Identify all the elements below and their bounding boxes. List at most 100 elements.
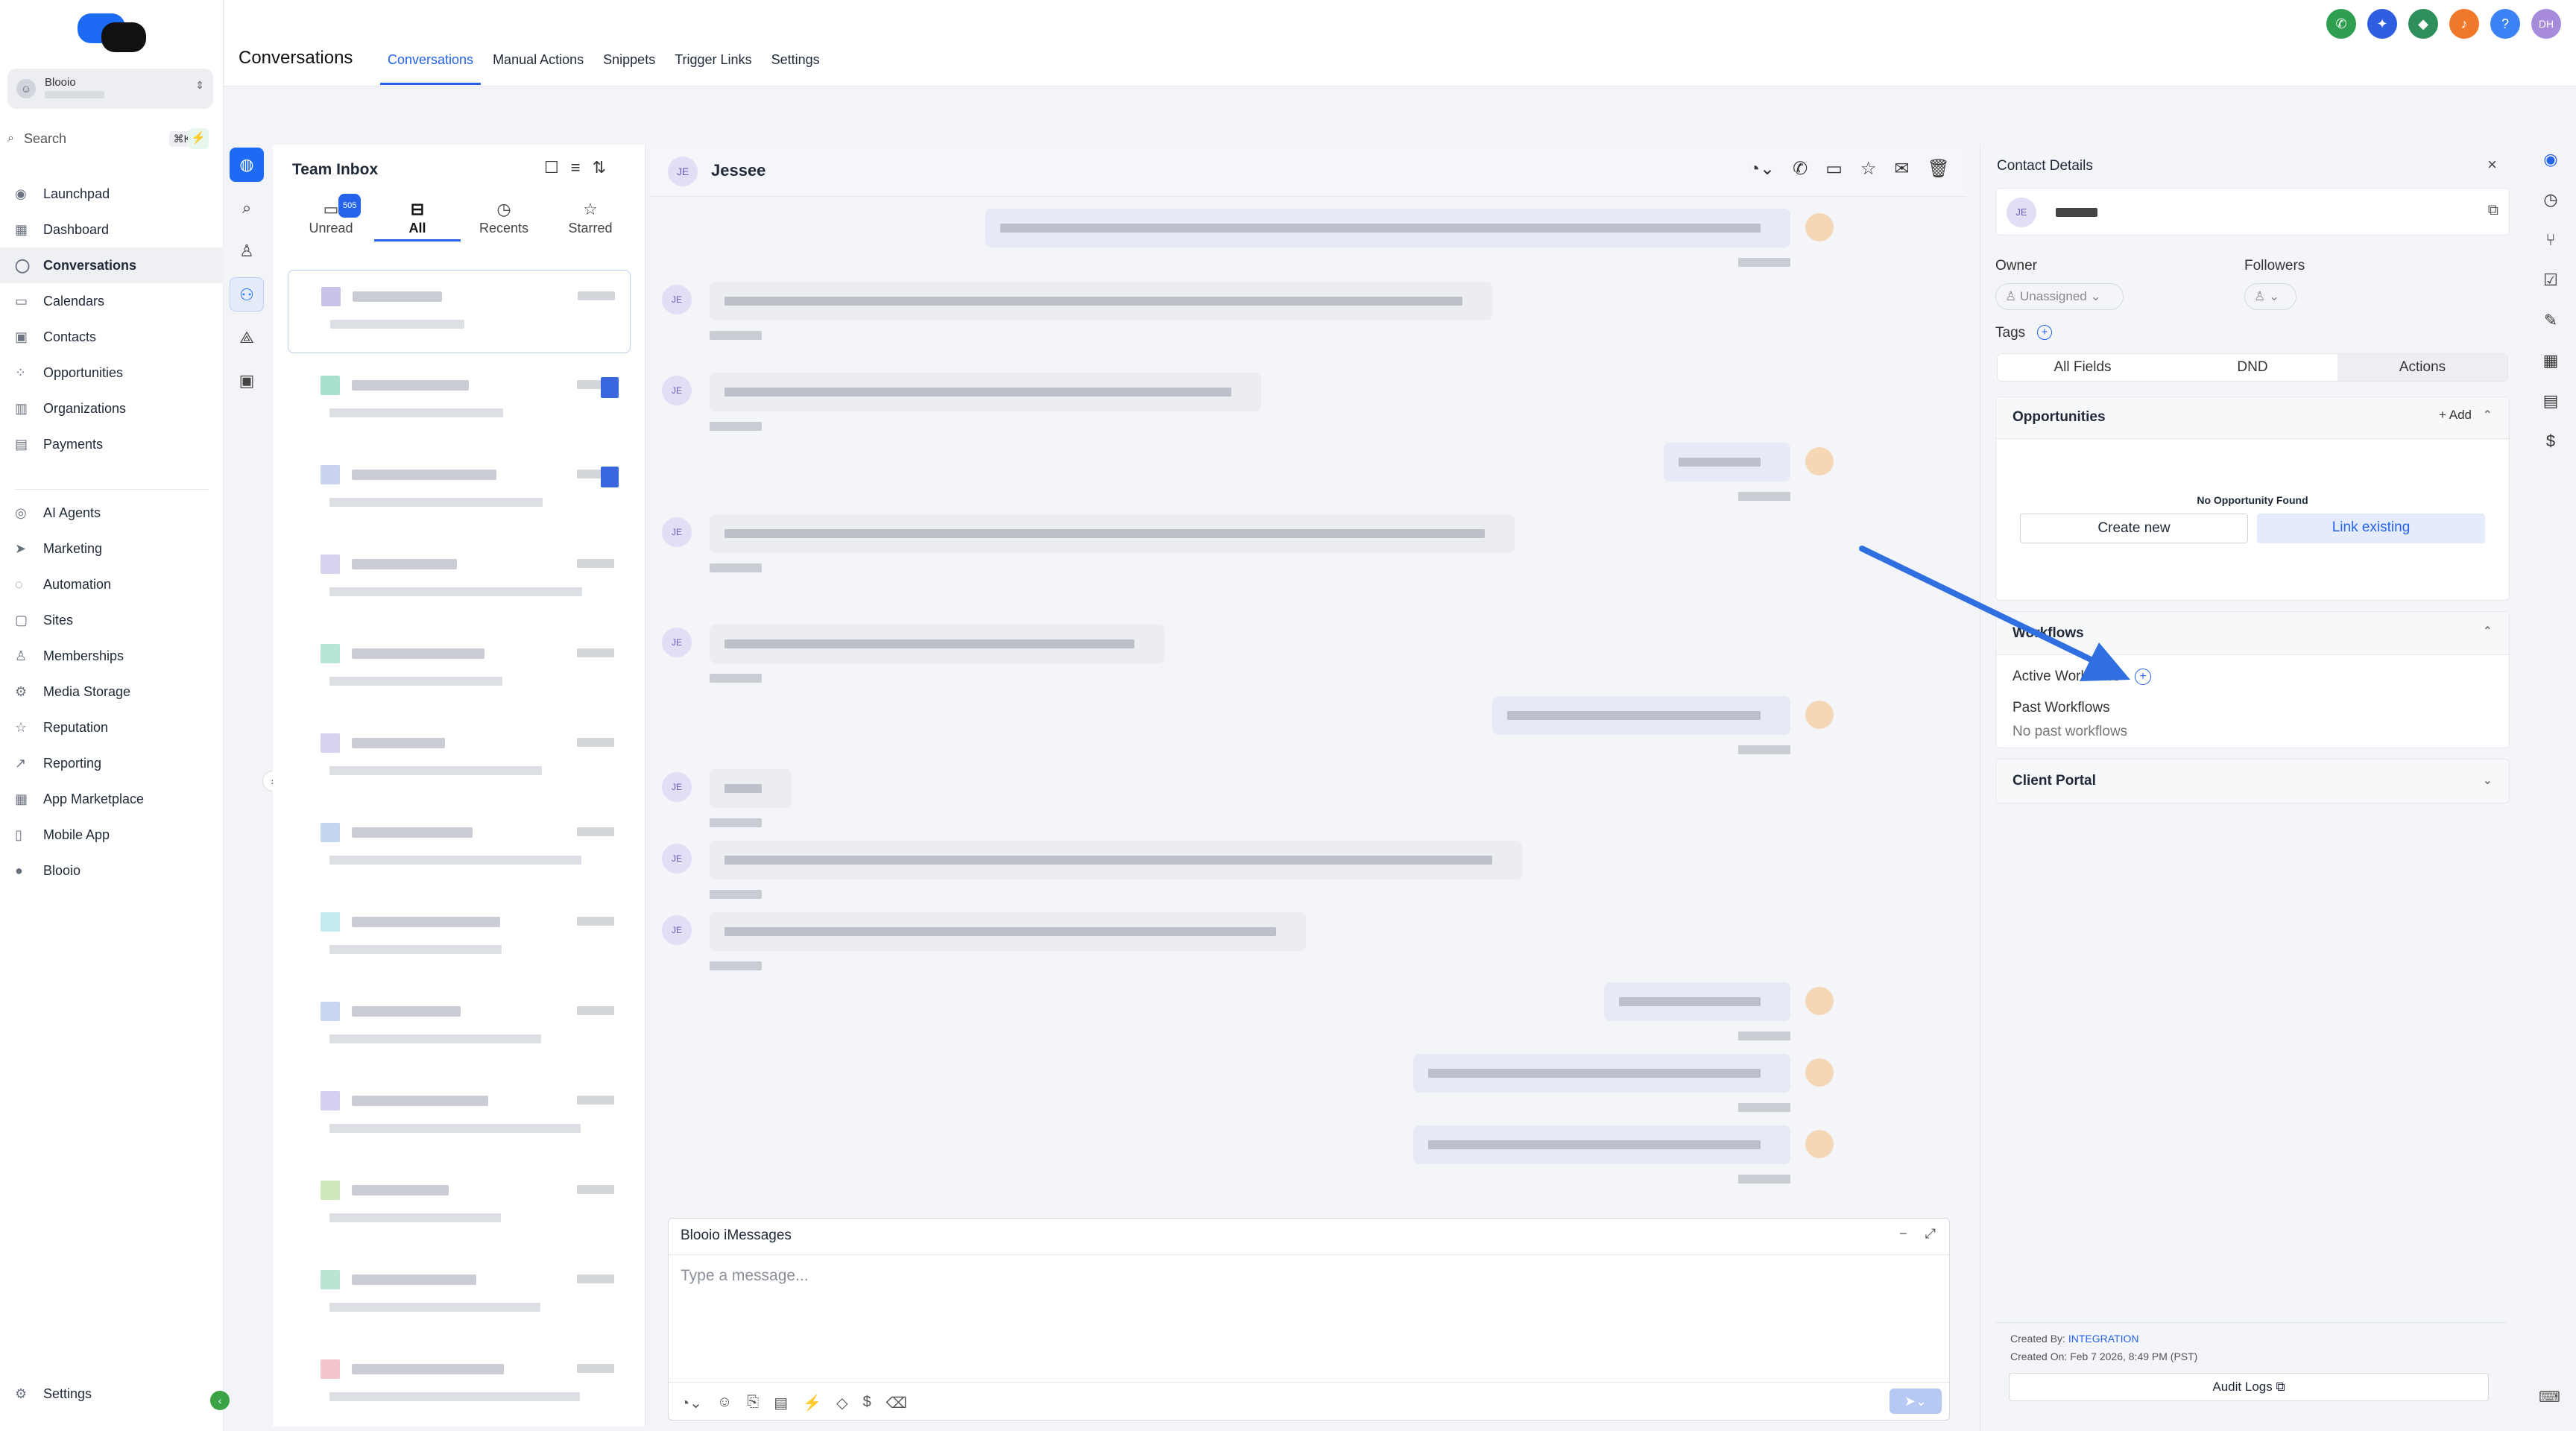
trash-icon[interactable]: 🗑 [1928, 158, 1950, 180]
account-switcher[interactable]: ☺ Blooio ⇕ [7, 69, 213, 109]
archive-icon[interactable]: ▣ [230, 364, 264, 398]
message-bubble[interactable] [1604, 982, 1790, 1021]
call-icon[interactable]: ✆ [1793, 158, 1808, 180]
rocket-icon[interactable]: ✦ [2367, 9, 2397, 39]
nav-item-ai-agents[interactable]: ◎ AI Agents [0, 495, 224, 531]
message-input[interactable]: Type a message... [669, 1254, 1949, 1383]
nav-item-launchpad[interactable]: ◉ Launchpad [0, 176, 224, 212]
created-by-value[interactable]: INTEGRATION [2068, 1333, 2139, 1345]
tab-settings[interactable]: Settings [764, 42, 827, 85]
nav-item-memberships[interactable]: ♙ Memberships [0, 638, 224, 674]
sort-icon[interactable]: ⇅ [593, 158, 606, 177]
message-bubble[interactable] [710, 769, 792, 808]
clear-icon[interactable]: ⌫ [886, 1394, 907, 1412]
message-bubble[interactable] [1664, 443, 1790, 481]
network-icon[interactable]: ⟁ [230, 320, 264, 355]
create-new-button[interactable]: Create new [2020, 514, 2248, 543]
nav-item-marketing[interactable]: ➤ Marketing [0, 531, 224, 566]
star-icon[interactable]: ☆ [1860, 158, 1877, 180]
link-existing-button[interactable]: Link existing [2257, 514, 2485, 543]
inbox-tab-all[interactable]: ⊟ All [374, 198, 461, 241]
sidebar-settings[interactable]: ⚙ Settings [15, 1386, 92, 1402]
person-icon[interactable]: ♙ [230, 234, 264, 268]
nav-item-organizations[interactable]: ▥ Organizations [0, 391, 224, 426]
dollar-icon[interactable]: $ [862, 1394, 871, 1412]
contact-name[interactable]: Jessee [711, 161, 765, 180]
nav-item-sites[interactable]: ▢ Sites [0, 602, 224, 638]
history-icon[interactable]: ◷ [2536, 185, 2566, 215]
document-icon[interactable]: ▤ [2536, 386, 2566, 416]
bell-icon[interactable]: ♪ [2449, 9, 2479, 39]
calendar-icon[interactable]: ▦ [2536, 346, 2566, 376]
emoji-icon[interactable]: ☺ [717, 1394, 732, 1412]
nav-item-app-marketplace[interactable]: ▦ App Marketplace [0, 781, 224, 817]
conversation-row[interactable] [288, 270, 631, 353]
nav-item-reporting[interactable]: ↗ Reporting [0, 745, 224, 781]
tab-snippets[interactable]: Snippets [596, 42, 663, 85]
message-bubble[interactable] [710, 282, 1492, 320]
tab-actions[interactable]: Actions [2337, 354, 2507, 381]
conversation-row[interactable] [288, 806, 631, 890]
nav-item-conversations[interactable]: ◯ Conversations [0, 247, 224, 283]
message-bubble[interactable] [1413, 1054, 1790, 1093]
attachment-icon[interactable]: ⎘ [747, 1394, 759, 1412]
tab-trigger-links[interactable]: Trigger Links [667, 42, 759, 85]
payment-icon[interactable]: $ [2536, 426, 2566, 456]
keyboard-icon[interactable]: ⌨ [2539, 1388, 2560, 1406]
nav-item-opportunities[interactable]: ⁘ Opportunities [0, 355, 224, 391]
message-bubble[interactable] [710, 912, 1306, 951]
inbox-tab-starred[interactable]: ☆ Starred [547, 198, 634, 241]
folder-icon[interactable]: ▭ [1825, 158, 1843, 180]
workflow-icon[interactable]: ⑂ [2536, 225, 2566, 255]
conversation-row[interactable] [288, 1343, 631, 1427]
message-bubble[interactable] [985, 209, 1790, 247]
conversation-row[interactable] [288, 896, 631, 979]
conversation-row[interactable] [288, 1164, 631, 1248]
message-bubble[interactable] [1492, 696, 1790, 735]
contact-icon[interactable]: ◉ [2536, 145, 2566, 174]
tag-icon[interactable]: ◇ [836, 1394, 847, 1412]
tab-dnd[interactable]: DND [2168, 354, 2337, 381]
mail-icon[interactable]: ✉ [1894, 158, 1909, 180]
nav-item-contacts[interactable]: ▣ Contacts [0, 319, 224, 355]
phone-icon[interactable]: ✆ [2326, 9, 2356, 39]
conversation-row[interactable] [288, 985, 631, 1069]
nav-item-media-storage[interactable]: ⚙ Media Storage [0, 674, 224, 710]
conversation-row[interactable] [288, 359, 631, 443]
client-portal-card[interactable]: Client Portal ⌄ [1995, 759, 2510, 803]
search-icon[interactable]: ⌕ [230, 191, 264, 225]
notes-icon[interactable]: ✎ [2536, 306, 2566, 335]
message-bubble[interactable] [710, 841, 1522, 879]
audit-logs-button[interactable]: Audit Logs ⧉ [2009, 1373, 2489, 1401]
chat-bubble-icon[interactable]: ◍ [230, 148, 264, 182]
tasks-icon[interactable]: ☑ [2536, 265, 2566, 295]
conversation-row[interactable] [288, 628, 631, 711]
team-icon[interactable]: ⚇ [230, 277, 264, 312]
select-checkbox-icon[interactable]: ☐ [544, 158, 559, 177]
conversation-row[interactable] [288, 1254, 631, 1337]
user-avatar[interactable]: DH [2531, 9, 2561, 39]
nav-item-automation[interactable]: ◌ Automation [0, 566, 224, 602]
message-bubble[interactable] [710, 514, 1515, 553]
sidebar-search[interactable]: ⌕ Search ⌘K [7, 125, 201, 152]
send-button[interactable]: ➤⌄ [1890, 1389, 1942, 1414]
close-icon[interactable]: × [2487, 155, 2497, 174]
filter-icon[interactable]: ≡ [571, 158, 581, 177]
expand-icon[interactable]: ⤢ [1925, 1226, 1936, 1242]
sender-select-icon[interactable]: ◔⌄ [681, 1394, 702, 1412]
chevron-up-icon[interactable]: ⌃ [2483, 624, 2493, 639]
app-logo[interactable] [75, 10, 149, 55]
message-bubble[interactable] [710, 625, 1164, 663]
message-bubble[interactable] [710, 373, 1261, 411]
nav-item-calendars[interactable]: ▭ Calendars [0, 283, 224, 319]
nav-item-mobile-app[interactable]: ▯ Mobile App [0, 817, 224, 853]
conversation-row[interactable] [288, 538, 631, 622]
inbox-tab-unread[interactable]: ▭ 505 Unread [288, 194, 374, 241]
tab-manual-actions[interactable]: Manual Actions [485, 42, 591, 85]
followers-select[interactable]: ♙ ⌄ [2244, 283, 2296, 310]
chevron-up-icon[interactable]: ⌃ [2483, 408, 2493, 423]
conversation-row[interactable] [288, 717, 631, 800]
conversation-row[interactable] [288, 1075, 631, 1158]
add-workflow-icon[interactable]: + [2135, 669, 2151, 685]
minimize-icon[interactable]: − [1899, 1226, 1907, 1242]
